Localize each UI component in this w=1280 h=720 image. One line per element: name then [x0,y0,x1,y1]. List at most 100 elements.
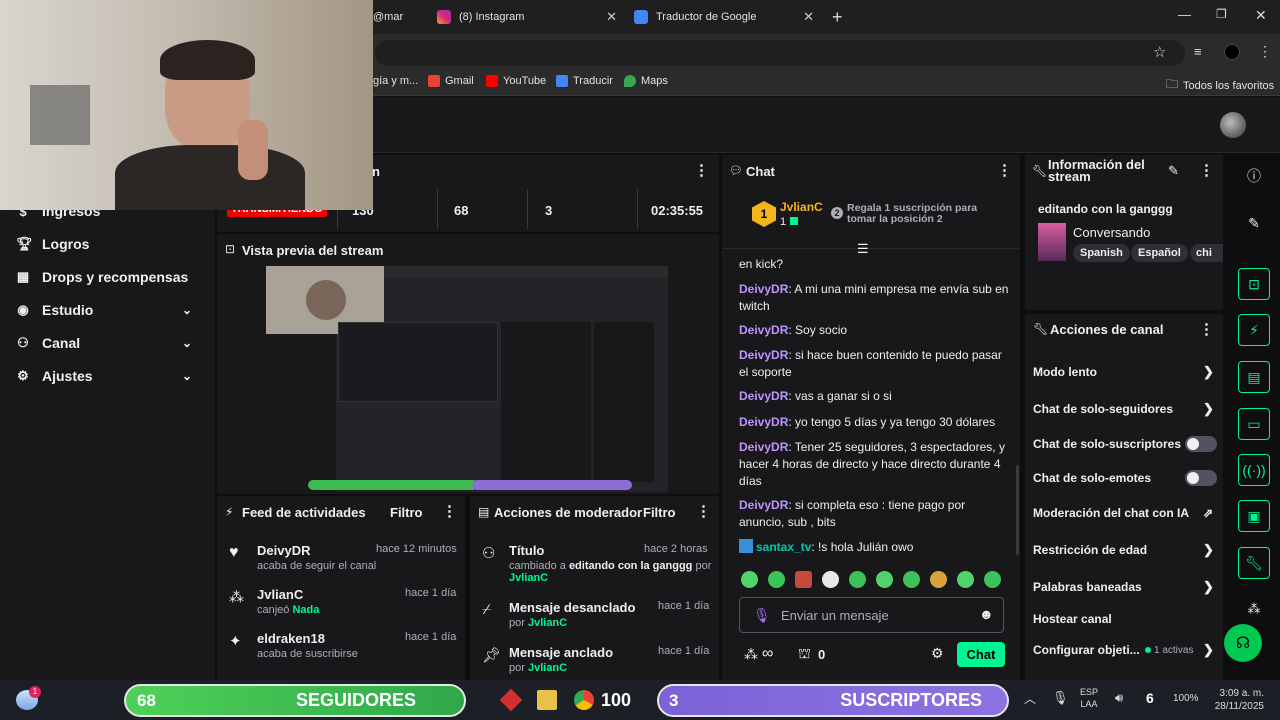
chat-username[interactable]: santax_tv [756,540,811,554]
action-slow-mode[interactable]: Modo lento ❯ [1033,364,1218,379]
minimize-icon[interactable]: — [1178,7,1191,22]
stream-preview-video[interactable] [266,266,668,492]
close-tab-icon[interactable]: ✕ [606,9,617,25]
clock[interactable]: 3:09 a. m. 28/11/2025 [1212,687,1264,713]
bookmark-youtube[interactable]: YouTube [486,75,546,87]
chat-send-button[interactable]: Chat [957,642,1005,667]
more-options-icon[interactable]: ⋮ [1199,161,1214,179]
emote-icon[interactable] [795,571,812,588]
action-age-restriction[interactable]: Restricción de edad ❯ [1033,542,1218,557]
chat-input[interactable]: 🎙︎ Enviar un mensaje ☻ [739,597,1004,633]
action-goals[interactable]: Configurar objeti... 1 activas ❯ [1033,642,1218,657]
more-options-icon[interactable]: ⋮ [997,161,1012,179]
tab-instagram[interactable]: (8) Instagram ✕ [437,4,617,30]
top-gifter-name[interactable]: JvlianC [780,200,823,214]
bookmark-gmail[interactable]: Gmail [428,75,474,87]
action-subs-only[interactable]: Chat de solo-suscriptores [1033,436,1218,452]
mod-action-user[interactable]: JvlianC [528,662,567,674]
bits-icon[interactable]: ⁂ [744,646,758,663]
bookmark-item[interactable]: gía y m... [373,75,418,87]
new-tab-icon[interactable]: + [832,7,843,28]
sidebar-item-logros[interactable]: 🏆︎ Logros [16,236,89,252]
edit-icon[interactable]: ✎ [1238,207,1270,239]
chat-username[interactable]: DeivyDR [739,323,788,337]
more-options-icon[interactable]: ⋮ [442,502,457,520]
emote-icon[interactable] [849,571,866,588]
language-indicator[interactable]: ESP LAA [1080,686,1098,710]
emote-icon[interactable] [768,571,785,588]
wrench-quick-action-icon[interactable]: 🔧︎ [1238,547,1270,579]
emote-icon[interactable] [984,571,1001,588]
tab-translate[interactable]: Traductor de Google ✕ [634,4,814,30]
chat-username[interactable]: DeivyDR [739,348,788,362]
action-emotes-only[interactable]: Chat de solo-emotes [1033,470,1218,486]
support-headset-icon[interactable]: ☊ [1224,624,1262,662]
profile-avatar[interactable] [1224,44,1240,60]
action-ai-moderation[interactable]: Moderación del chat con IA ⇗ [1033,506,1218,520]
chat-settings-icon[interactable]: ⚙ [931,645,944,662]
filter-button[interactable]: Filtro [390,505,423,520]
url-input[interactable] [375,40,1185,66]
file-explorer-icon[interactable] [537,690,557,710]
browser-menu-icon[interactable]: ⋮ [1258,43,1272,60]
feed-username[interactable]: DeivyDR [257,543,310,558]
chat-scrollbar[interactable] [1016,465,1019,555]
more-options-icon[interactable]: ⋮ [1199,320,1214,338]
all-bookmarks[interactable]: 🗀 Todos los favoritos [1166,75,1274,96]
more-options-icon[interactable]: ⋮ [694,161,709,179]
category-name[interactable]: Conversando [1073,225,1150,240]
bookmark-maps[interactable]: Maps [624,75,668,87]
edit-icon[interactable]: ✎ [1168,163,1179,179]
chat-username[interactable]: DeivyDR [739,440,788,454]
emote-icon[interactable] [741,571,758,588]
battery-level[interactable]: 100% [1173,693,1199,704]
volume-icon[interactable]: 🔊︎ [1115,690,1123,706]
chrome-icon[interactable] [574,690,594,710]
chat-username[interactable]: DeivyDR [739,389,788,403]
chat-username[interactable]: DeivyDR [739,415,788,429]
points-icon[interactable]: ⛫ [798,645,811,664]
subs-only-toggle[interactable] [1185,436,1217,452]
close-tab-icon[interactable]: ✕ [803,9,814,25]
bits-icon[interactable]: ⁂ [1238,593,1270,625]
feed-username[interactable]: JvlianC [257,587,303,602]
action-banned-words[interactable]: Palabras baneadas ❯ [1033,579,1218,594]
feed-username[interactable]: eldraken18 [257,631,325,646]
bookmark-star-icon[interactable]: ☆ [1153,43,1166,61]
info-icon[interactable]: ⓘ [1238,160,1270,192]
tag[interactable]: chi [1190,244,1223,262]
emoji-icon[interactable]: ☻ [979,606,994,622]
lightning-quick-action-icon[interactable]: ⚡︎ [1238,314,1270,346]
action-followers-only[interactable]: Chat de solo-seguidores ❯ [1033,401,1218,416]
media-icon[interactable]: ≡ [1194,44,1202,59]
pinned-toggle-icon[interactable]: ☰ [857,241,869,257]
emote-icon[interactable] [822,571,839,588]
camera-quick-action-icon[interactable]: ⊡ [1238,268,1270,300]
sidebar-item-canal[interactable]: ⚇ Canal ⌄ [16,335,216,351]
maximize-icon[interactable]: ❐ [1216,7,1227,21]
chat-username[interactable]: DeivyDR [739,282,788,296]
filter-button[interactable]: Filtro [643,505,676,520]
emotes-only-toggle[interactable] [1185,470,1217,486]
mod-action-user[interactable]: JvlianC [528,617,567,629]
emote-icon[interactable] [876,571,893,588]
microphone-icon[interactable]: 🎙︎ [753,607,771,624]
clip-quick-action-icon[interactable]: ▣ [1238,500,1270,532]
more-options-icon[interactable]: ⋮ [696,502,711,520]
tag[interactable]: Spanish [1073,244,1130,262]
microphone-tray-icon[interactable]: 🎙︎ [1052,690,1069,706]
emote-icon[interactable] [903,571,920,588]
sidebar-item-ajustes[interactable]: ⚙ Ajustes ⌄ [16,368,216,384]
sidebar-item-estudio[interactable]: ◉ Estudio ⌄ [16,302,216,318]
mod-action-user[interactable]: JvlianC [509,572,548,584]
bookmark-translate[interactable]: Traducir [556,75,613,87]
close-window-icon[interactable]: ✕ [1255,7,1267,24]
emote-icon[interactable] [930,571,947,588]
sidebar-item-drops[interactable]: ▦ Drops y recompensas [16,269,188,285]
tab-mail[interactable]: @mar [373,4,423,30]
emote-icon[interactable] [957,571,974,588]
category-box-art[interactable] [1038,223,1066,261]
notification-count[interactable]: 6 [1146,690,1154,706]
notes-quick-action-icon[interactable]: ▤ [1238,361,1270,393]
chat-username[interactable]: DeivyDR [739,498,788,512]
